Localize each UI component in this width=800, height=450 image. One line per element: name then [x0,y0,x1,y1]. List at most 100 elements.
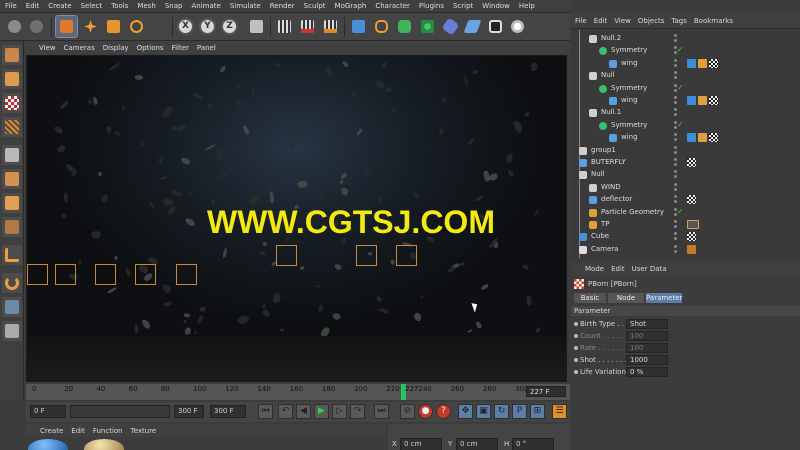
axis-z-icon[interactable]: Z [221,18,238,35]
undo-icon[interactable] [4,16,25,37]
material-tag-icon[interactable] [687,133,696,143]
menu-mesh[interactable]: Mesh [137,2,155,10]
goto-start-icon[interactable]: ⏮ [258,404,273,419]
menu-animate[interactable]: Animate [191,2,220,10]
object-row[interactable]: Particle Geometry ✓ [571,207,800,219]
parameter-value-field[interactable]: 0 % [626,367,668,377]
key-rotation-icon[interactable]: ↻ [494,404,509,419]
parameter-value-field[interactable]: Shot [626,319,668,329]
model-mode-icon[interactable] [2,69,22,89]
light-icon[interactable] [507,16,528,37]
3d-viewport[interactable]: WWW.CGTSJ.COM [26,55,567,382]
visibility-dots[interactable] [674,182,677,186]
object-row[interactable]: Symmetry ✓ [571,45,800,57]
object-row[interactable]: Null.1 [571,107,800,119]
timeline-window-icon[interactable]: ☰ [552,404,567,419]
object-row[interactable]: wing [571,95,800,107]
menu-edit[interactable]: Edit [26,2,40,10]
attr-menu-userdata[interactable]: User Data [632,265,667,273]
timeline-ruler[interactable]: 0 20 40 60 80 100 120 140 160 180 200 220 240 260 280 3… [26,384,570,400]
spline-icon[interactable] [371,16,392,37]
object-menu-tags[interactable]: Tags [671,17,687,25]
workplane-icon[interactable] [2,117,22,137]
visibility-dots[interactable] [674,232,677,236]
object-row[interactable]: Symmetry ✓ [571,83,800,95]
solo-icon[interactable] [2,321,22,341]
visibility-dots[interactable] [674,133,677,137]
viewport-menu-view[interactable]: View [39,44,56,52]
current-frame-field[interactable]: 227 F [526,386,566,397]
menu-simulate[interactable]: Simulate [230,2,261,10]
tab-basic[interactable]: Basic [574,293,606,303]
object-tag-icon[interactable] [687,158,696,167]
enabled-check-icon[interactable]: ✓ [677,45,684,54]
parameter-value-field[interactable]: 100 [626,343,668,353]
prev-key-icon[interactable]: ↶ [278,404,293,419]
end-frame-field[interactable]: 300 F [210,405,246,418]
axis-mode-icon[interactable] [2,217,22,237]
material-menu-create[interactable]: Create [40,427,63,435]
viewport-menu-cameras[interactable]: Cameras [64,44,95,52]
axis-y-icon[interactable]: Y [199,18,216,35]
parameter-value-field[interactable]: 1000 [626,355,668,365]
menu-plugins[interactable]: Plugins [419,2,444,10]
goto-end-icon[interactable]: ⏭ [374,404,389,419]
object-row[interactable]: wing [571,132,800,144]
menu-help[interactable]: Help [519,2,535,10]
parameter-bullet-icon[interactable] [574,370,578,374]
cube-icon[interactable] [348,16,369,37]
redo-icon[interactable] [26,16,47,37]
xpresso-tag-icon[interactable] [687,220,699,229]
object-menu-file[interactable]: File [575,17,587,25]
visibility-dots[interactable] [674,108,677,112]
coord-y-field[interactable]: 0 cm [456,438,498,450]
tweak-icon[interactable] [2,245,22,265]
enabled-check-icon[interactable]: ✓ [677,120,684,129]
object-tag-icon[interactable] [687,244,696,254]
object-tag-icon[interactable] [687,195,696,205]
material-swatch[interactable] [28,439,68,450]
polygons-mode-icon[interactable] [2,193,22,213]
object-tag-icon[interactable] [687,232,696,242]
visibility-dots[interactable] [674,220,677,223]
render-view-icon[interactable] [274,16,295,37]
visibility-dots[interactable] [674,170,677,174]
attr-menu-edit[interactable]: Edit [611,265,625,273]
autokey-icon[interactable]: ? [436,404,451,419]
rotate-icon[interactable] [126,16,147,37]
menu-window[interactable]: Window [482,2,510,10]
edges-mode-icon[interactable] [2,169,22,189]
enabled-check-icon[interactable]: ✓ [677,207,684,216]
menu-select[interactable]: Select [81,2,103,10]
next-frame-icon[interactable]: ▷ [332,404,347,419]
max-frame-field[interactable]: 300 F [174,405,204,418]
snap-icon[interactable] [2,273,22,293]
points-mode-icon[interactable] [2,145,22,165]
checker-tag-icon[interactable] [709,96,718,105]
attr-menu-mode[interactable]: Mode [585,265,604,273]
texture-tag-icon[interactable] [698,58,707,68]
visibility-dots[interactable] [674,195,677,199]
object-row[interactable]: Cube [571,231,800,243]
next-key-icon[interactable]: ↷ [350,404,365,419]
cloner-icon[interactable] [417,16,438,37]
workplane-grid-icon[interactable] [2,297,22,317]
viewport-menu-filter[interactable]: Filter [172,44,189,52]
tab-node[interactable]: Node [608,293,644,303]
menu-snap[interactable]: Snap [165,2,183,10]
move-icon[interactable] [80,16,101,37]
key-pla-icon[interactable]: ⊞ [530,404,545,419]
menu-sculpt[interactable]: Sculpt [304,2,326,10]
play-icon[interactable]: ▶ [314,404,329,419]
material-menu-function[interactable]: Function [93,427,123,435]
object-row[interactable]: Camera [571,244,800,256]
object-row[interactable]: BUTERFLY [571,157,800,169]
deformer-icon[interactable] [440,16,461,37]
enabled-check-icon[interactable]: ✓ [677,83,684,92]
render-picture-icon[interactable] [297,16,318,37]
key-scale-icon[interactable]: ▣ [476,404,491,419]
viewport-menu-display[interactable]: Display [103,44,129,52]
visibility-dots[interactable] [674,244,677,248]
parameter-value-field[interactable]: 100 [626,331,668,341]
visibility-dots[interactable] [674,158,677,161]
